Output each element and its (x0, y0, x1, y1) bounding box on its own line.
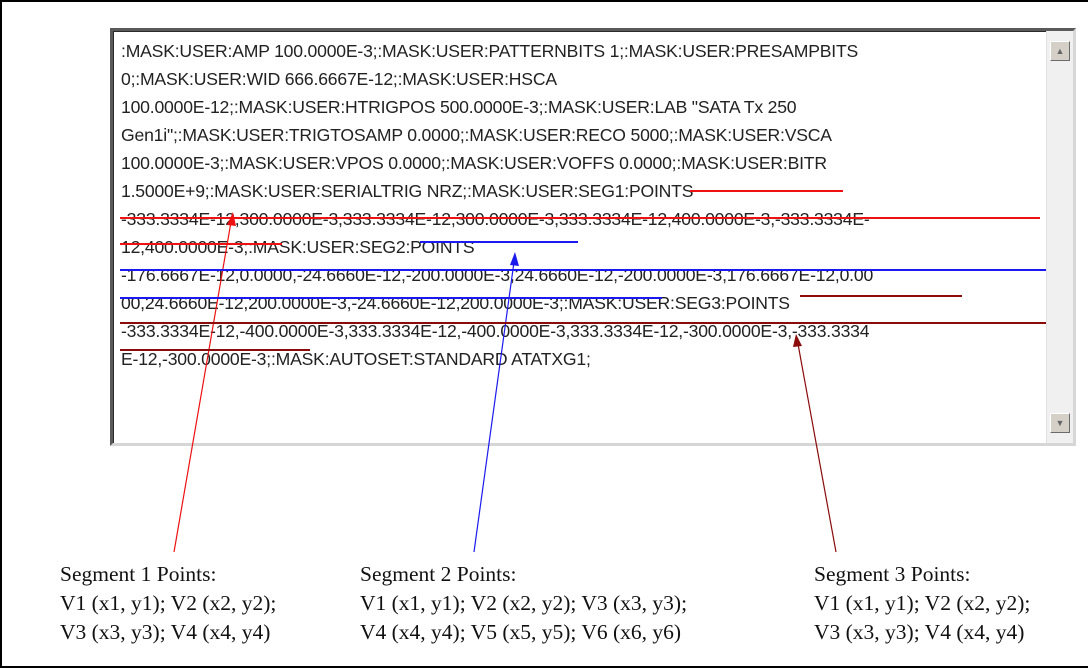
segment2-caption-line: V1 (x1, y1); V2 (x2, y2); V3 (x3, y3); (360, 591, 688, 615)
text-line: :MASK:USER:AMP 100.0000E-3;:MASK:USER:PA… (121, 41, 859, 61)
segment1-caption-line: V1 (x1, y1); V2 (x2, y2); (60, 591, 277, 615)
text-line: Gen1i";:MASK:USER:TRIGTOSAMP 0.0000;:MAS… (121, 125, 832, 145)
text-line: 100.0000E-12;:MASK:USER:HTRIGPOS 500.000… (121, 97, 797, 117)
segment2-caption: Segment 2 Points: V1 (x1, y1); V2 (x2, y… (360, 560, 687, 647)
segment3-caption-line: V1 (x1, y1); V2 (x2, y2); (814, 591, 1031, 615)
segment3-caption-line: V3 (x3, y3); V4 (x4, y4) (814, 620, 1025, 644)
segment1-caption-title: Segment 1 Points: (60, 562, 217, 586)
segment3-caption: Segment 3 Points: V1 (x1, y1); V2 (x2, y… (814, 560, 1030, 647)
segment1-caption-line: V3 (x3, y3); V4 (x4, y4) (60, 620, 271, 644)
text-line: 00,24.6660E-12,200.0000E-3,-24.6660E-12,… (121, 293, 790, 313)
segment2-caption-line: V4 (x4, y4); V5 (x5, y5); V6 (x6, y6) (360, 620, 682, 644)
text-line: 1.5000E+9;:MASK:USER:SERIALTRIG NRZ;:MAS… (121, 181, 694, 201)
text-line: E-12,-300.0000E-3;:MASK:AUTOSET:STANDARD… (121, 349, 591, 369)
scroll-down-icon[interactable]: ▼ (1050, 413, 1070, 433)
text-line: 0;:MASK:USER:WID 666.6667E-12;:MASK:USER… (121, 69, 557, 89)
segment1-caption: Segment 1 Points: V1 (x1, y1); V2 (x2, y… (60, 560, 276, 647)
scroll-up-icon[interactable]: ▲ (1050, 41, 1070, 61)
text-line: -333.3334E-12,-400.0000E-3,333.3334E-12,… (121, 321, 870, 341)
mask-command-text: :MASK:USER:AMP 100.0000E-3;:MASK:USER:PA… (121, 37, 1041, 373)
segment2-caption-title: Segment 2 Points: (360, 562, 517, 586)
vertical-scrollbar[interactable]: ▲ ▼ (1046, 31, 1073, 443)
text-line: 12,400.0000E-3;:MASK:USER:SEG2:POINTS (121, 237, 475, 257)
segment3-caption-title: Segment 3 Points: (814, 562, 971, 586)
text-line: -333.3334E-12,300.0000E-3,333.3334E-12,3… (121, 209, 870, 229)
text-line: -176.6667E-12,0.0000,-24.6660E-12,-200.0… (121, 265, 874, 285)
mask-command-textbox[interactable]: :MASK:USER:AMP 100.0000E-3;:MASK:USER:PA… (110, 28, 1076, 446)
text-line: 100.0000E-3;:MASK:USER:VPOS 0.0000;:MASK… (121, 153, 827, 173)
